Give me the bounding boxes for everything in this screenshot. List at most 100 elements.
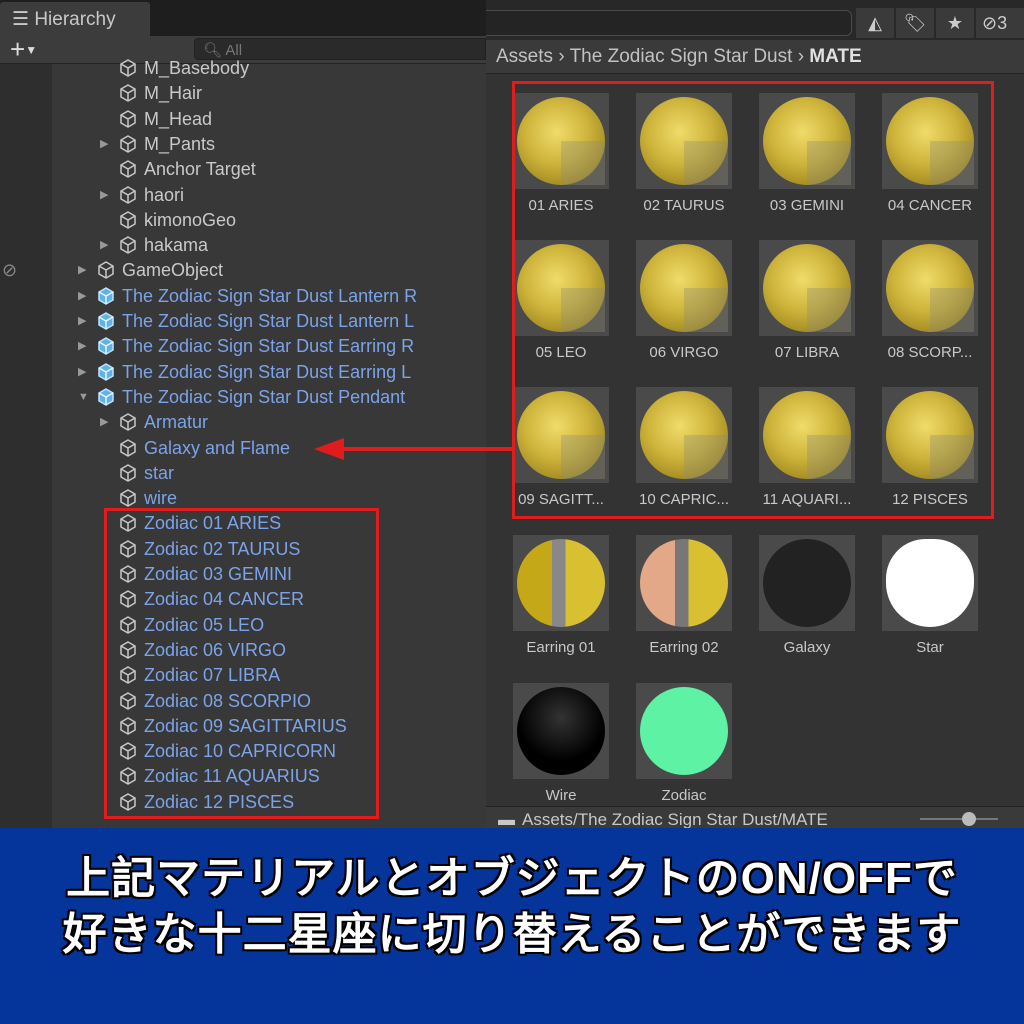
gameobject-icon [118,83,138,103]
thumbnail-size-slider[interactable] [920,818,998,820]
gameobject-icon [118,412,138,432]
breadcrumb-folder[interactable]: The Zodiac Sign Star Dust [570,46,793,67]
hierarchy-item-label: M_Head [144,108,213,129]
gameobject-icon [96,260,116,280]
eye-slash-icon: ⊘ [982,13,998,33]
prefab-icon [96,336,116,356]
chevron-right-icon: › [558,46,565,67]
arrow-annotation [314,438,514,460]
material-label: Earring 01 [526,639,596,656]
gameobject-icon [118,109,138,129]
hidden-eye-icon[interactable]: ⊘ [2,260,17,281]
tab-bar: ☰ Hierarchy [0,0,486,36]
caption-banner: 上記マテリアルとオブジェクトのON/OFFで 好きな十二星座に切り替えることがで… [0,828,1024,1024]
hierarchy-item-label: hakama [144,235,209,256]
prefab-icon [96,286,116,306]
hierarchy-item[interactable]: ▶ GameObject [78,258,224,283]
hierarchy-item[interactable]: M_Head [118,107,212,132]
gameobject-icon [118,185,138,205]
material-thumbnail [636,683,732,779]
material-label: Galaxy [783,639,831,656]
hierarchy-item[interactable]: ▼ The Zodiac Sign Star Dust Pendant [78,385,406,410]
slider-handle[interactable] [962,812,976,826]
material-thumbnail [513,535,609,631]
material-label: Zodiac [661,787,707,804]
hierarchy-item[interactable]: ▶ The Zodiac Sign Star Dust Lantern L [78,309,415,334]
hierarchy-item[interactable]: ▶ Armatur [100,410,209,435]
hierarchy-item[interactable]: M_Hair [118,81,202,106]
hierarchy-item-label: The Zodiac Sign Star Dust Earring R [122,336,415,357]
material-asset[interactable]: Wire [506,683,616,804]
hierarchy-item-label: The Zodiac Sign Star Dust Pendant [122,386,406,407]
favorites-button[interactable]: ★ [936,8,974,38]
hierarchy-item-label: The Zodiac Sign Star Dust Lantern L [122,311,415,331]
hierarchy-item[interactable]: ▶ The Zodiac Sign Star Dust Lantern R [78,284,417,309]
filter-by-label-button[interactable]: 🏷︎ [896,8,934,38]
hierarchy-item-label: kimonoGeo [144,209,237,230]
breadcrumb-assets[interactable]: Assets [496,46,553,67]
material-sphere-icon [886,539,974,627]
tab-hierarchy[interactable]: ☰ Hierarchy [0,2,150,36]
material-sphere-icon [517,687,605,775]
breadcrumb-current[interactable]: MATE [809,46,861,67]
material-label: Wire [545,787,577,804]
material-asset[interactable]: Zodiac [629,683,739,804]
hierarchy-item-label: M_Pants [144,133,216,154]
expand-right-icon[interactable]: ▶ [100,410,108,435]
hierarchy-item-label: haori [144,184,185,205]
material-asset[interactable]: Galaxy [752,535,862,656]
hierarchy-item[interactable]: M_Basebody [118,56,249,81]
material-sphere-icon [763,539,851,627]
material-label: Earring 02 [649,639,719,656]
material-asset[interactable]: Earring 02 [629,535,739,656]
chevron-right-icon: › [797,46,805,67]
hierarchy-item[interactable]: kimonoGeo [118,208,236,233]
project-toolbar: ◭ 🏷︎ ★ ⊘3 [486,0,1024,40]
objects-highlight-box [104,508,379,819]
expand-right-icon[interactable]: ▶ [78,284,86,309]
project-search-input[interactable] [486,10,852,36]
hierarchy-item-label: M_Basebody [144,58,250,78]
filter-by-type-button[interactable]: ◭ [856,8,894,38]
hierarchy-item[interactable]: ▶ The Zodiac Sign Star Dust Earring L [78,360,412,385]
material-asset[interactable]: Earring 01 [506,535,616,656]
hierarchy-item-label: Galaxy and Flame [144,437,291,458]
material-label: Star [916,639,944,656]
gameobject-icon [118,235,138,255]
expand-right-icon[interactable]: ▶ [100,132,108,157]
material-thumbnail [759,535,855,631]
hierarchy-item[interactable]: ▶ haori [100,183,185,208]
hierarchy-item-label: GameObject [122,260,224,281]
status-bar: ▬ Assets/The Zodiac Sign Star Dust/MATE [486,806,1024,829]
hierarchy-item-label: Armatur [144,412,209,433]
materials-highlight-box [512,81,994,519]
gameobject-icon [118,463,138,483]
expand-right-icon[interactable]: ▶ [78,334,86,359]
hierarchy-item-label: Anchor Target [144,159,256,180]
prefab-icon [96,362,116,382]
expand-right-icon[interactable]: ▶ [100,183,108,208]
hierarchy-item[interactable]: ▶ M_Pants [100,132,216,157]
expand-right-icon[interactable]: ▶ [78,360,86,385]
expand-right-icon[interactable]: ▶ [100,233,108,258]
create-button[interactable]: +▼ [10,36,37,63]
gameobject-icon [118,134,138,154]
hierarchy-item-label: The Zodiac Sign Star Dust Earring L [122,361,412,382]
hierarchy-item-label: wire [144,488,178,509]
material-asset[interactable]: Star [875,535,985,656]
material-sphere-icon [640,539,728,627]
hierarchy-item[interactable]: Galaxy and Flame [118,436,290,461]
material-sphere-icon [517,539,605,627]
expand-right-icon[interactable]: ▶ [78,258,86,283]
visibility-gutter: ⊘ [0,64,52,828]
gameobject-icon [118,488,138,508]
hierarchy-item[interactable]: Anchor Target [118,157,256,182]
expand-right-icon[interactable]: ▶ [78,309,86,334]
hierarchy-item[interactable]: ▶ The Zodiac Sign Star Dust Earring R [78,334,415,359]
hidden-packages-button[interactable]: ⊘3 [976,8,1024,38]
gameobject-icon [118,58,138,78]
hierarchy-item[interactable]: ▶ hakama [100,233,209,258]
material-thumbnail [513,683,609,779]
hierarchy-item[interactable]: star [118,461,174,486]
expand-down-icon[interactable]: ▼ [78,385,89,410]
